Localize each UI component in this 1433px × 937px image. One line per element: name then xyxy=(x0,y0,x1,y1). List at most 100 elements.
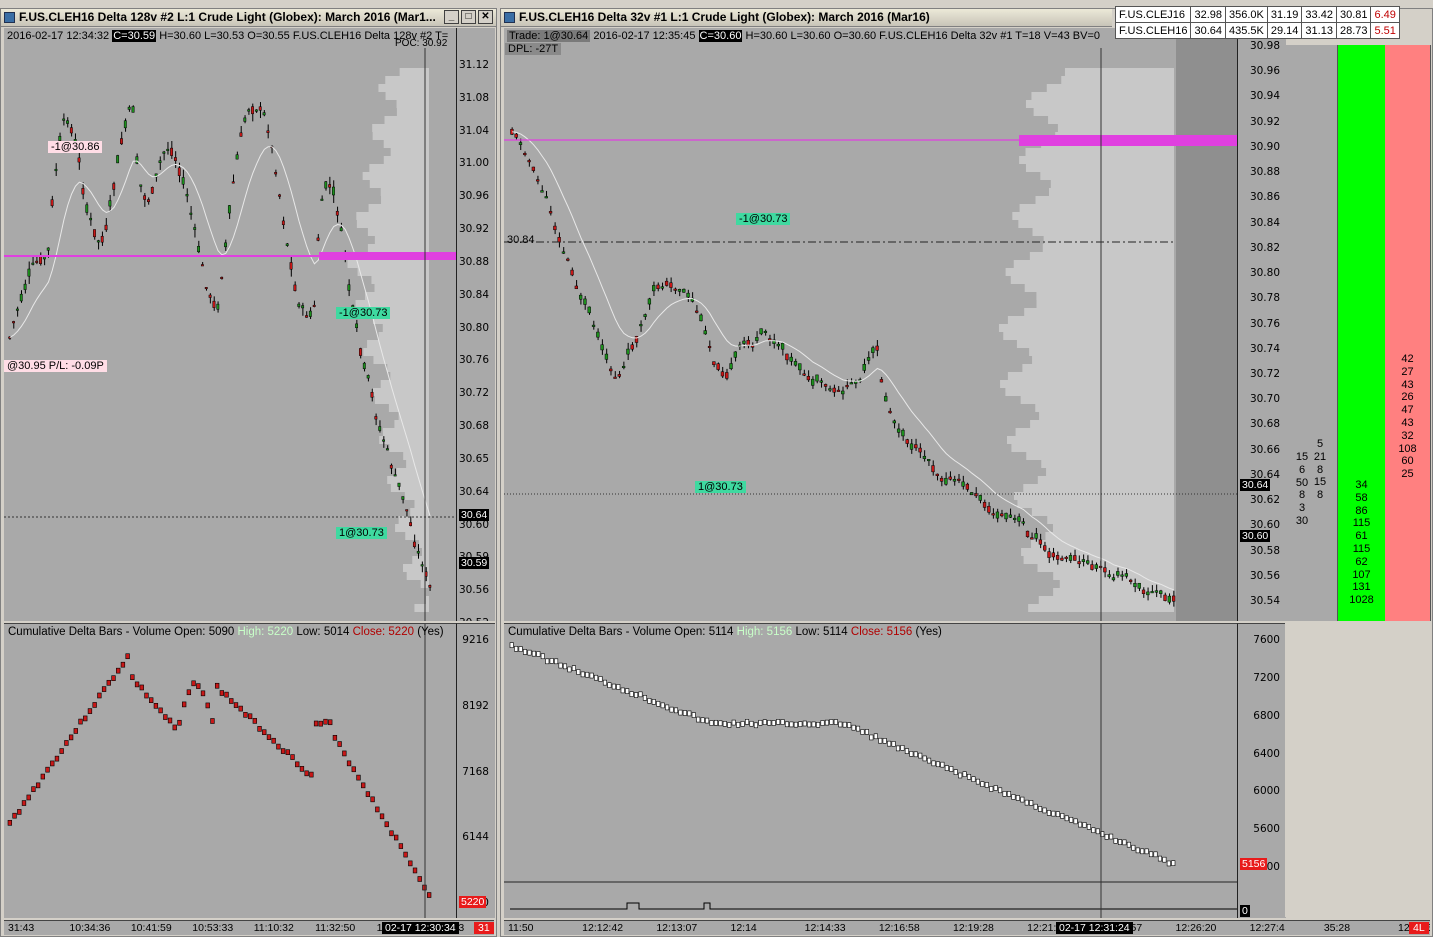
left-price-plot[interactable]: 2016-02-17 12:34:32 C=30.59 H=30.60 L=30… xyxy=(4,28,456,621)
cumdelta-bar xyxy=(1149,851,1154,858)
volume-profile-bar xyxy=(1048,116,1174,124)
candle-body xyxy=(69,127,73,134)
right-sell-fill-label[interactable]: -1@30.73 xyxy=(736,213,791,225)
left-cum-axis[interactable]: 92168192716861445120 5220 xyxy=(456,623,495,918)
candle-body xyxy=(1137,582,1141,589)
volume-profile-bar xyxy=(368,204,429,212)
price-tick: 30.54 xyxy=(1249,595,1280,607)
candle-body xyxy=(289,262,293,270)
sell-fill-label[interactable]: -1@30.73 xyxy=(336,307,391,319)
volume-profile-bar xyxy=(380,380,429,388)
volume-profile-bar xyxy=(425,596,429,604)
volume-profile-bar xyxy=(1011,444,1174,452)
maximize-button[interactable]: □ xyxy=(461,10,476,24)
volume-profile-bar xyxy=(374,396,429,404)
cumdelta-bar xyxy=(1113,838,1118,844)
cumdelta-bar xyxy=(1131,844,1136,851)
volume-profile-bar xyxy=(367,244,429,252)
candle-body xyxy=(759,328,763,335)
cumdelta-bar xyxy=(1082,822,1087,828)
volume-profile-bar xyxy=(382,324,429,332)
candle-body xyxy=(961,481,965,487)
cumdelta-bar xyxy=(219,690,225,696)
right-time-axis[interactable]: 11:50 12:12:42 12:13:07 12:14 12:14:33 12:16:… xyxy=(504,920,1430,935)
right-buy-fill-label[interactable]: 1@30.73 xyxy=(695,481,746,493)
close-button[interactable]: ✕ xyxy=(478,10,493,24)
cumdelta-bar xyxy=(361,782,366,789)
volume-profile-bar xyxy=(1029,252,1174,260)
right-price-axis[interactable]: 30.98 30.96 30.94 30.92 30.90 30.88 30.86 30.84… xyxy=(1237,28,1286,621)
left-chart-titlebar[interactable]: F.US.CLEH16 Delta 128v #2 L:1 Crude Ligh… xyxy=(1,9,496,27)
left-time-axis[interactable]: 31:43 10:34:36 10:41:59 10:53:33 11:10:32 11:… xyxy=(4,920,494,935)
candle-body xyxy=(935,473,939,476)
cumdelta-bar xyxy=(878,737,883,744)
cumdelta-bar xyxy=(864,729,869,735)
cumdelta-bar xyxy=(816,721,821,728)
left-price-axis[interactable]: 31.12 31.08 31.04 31.00 30.96 30.92 30.88 30.84… xyxy=(456,28,495,621)
minimize-button[interactable]: _ xyxy=(444,10,459,24)
cumdelta-bar xyxy=(257,726,262,732)
price-tick: 30.76 xyxy=(1249,317,1280,330)
dom-size: 5 xyxy=(1316,438,1324,450)
left-chart-window[interactable]: F.US.CLEH16 Delta 128v #2 L:1 Crude Ligh… xyxy=(0,8,497,937)
left-last-price-tag: 30.64 xyxy=(459,509,490,521)
cumdelta-bar xyxy=(847,722,852,728)
cumdelta-bar xyxy=(412,867,418,874)
quote-row[interactable]: F.US.CLEJ16 32.98 356.0K 31.19 33.42 30.81 6.4… xyxy=(1114,6,1400,23)
dom-size: 8 xyxy=(1316,463,1324,476)
quote-row[interactable]: F.US.CLEH16 30.64 435.5K 29.14 31.13 28.73 5.5… xyxy=(1114,22,1400,39)
candle-body xyxy=(1017,516,1021,522)
cumdelta-bar xyxy=(92,702,97,708)
cumdelta-bar xyxy=(678,709,683,716)
candle-body xyxy=(1090,564,1094,570)
dom-ask-column[interactable]: 42 27 43 26 47 43 32 108 60 25 xyxy=(1385,45,1431,621)
time-tick: 12:16:58 xyxy=(878,922,920,934)
sell-order-label[interactable]: -1@30.86 xyxy=(48,141,103,153)
cumdelta-bar xyxy=(247,713,253,720)
right-chart-window[interactable]: F.US.CLEH16 Delta 32v #1 L:1 Crude Light… xyxy=(500,8,1433,937)
dom-size: 61 xyxy=(1355,530,1368,543)
quote-board[interactable]: F.US.CLEJ16 32.98 356.0K 31.19 33.42 30.81 6.4… xyxy=(1114,6,1400,39)
volume-profile-bar xyxy=(1010,276,1174,284)
candle-body xyxy=(112,183,116,190)
cumdelta-bar xyxy=(1135,847,1140,854)
volume-profile-bar xyxy=(374,284,429,292)
candle-body xyxy=(127,106,131,110)
cumdelta-bar xyxy=(149,697,154,703)
volume-profile-bar xyxy=(1025,100,1174,108)
volume-profile-bar xyxy=(378,84,429,92)
price-tick: 30.84 xyxy=(458,288,489,301)
right-cumdelta-plot[interactable]: Cumulative Delta Bars - Volume Open: 511… xyxy=(504,623,1237,918)
cumdelta-bar xyxy=(789,721,794,728)
candle-body xyxy=(81,188,85,195)
volume-profile-bar xyxy=(1040,172,1174,180)
right-chart-titlebar[interactable]: F.US.CLEH16 Delta 32v #1 L:1 Crude Light… xyxy=(501,9,1112,27)
cumdelta-bar xyxy=(1002,791,1007,797)
position-pl-label[interactable]: @30.95 P/L: -0.09P xyxy=(4,360,107,372)
cumdelta-bar xyxy=(634,692,639,698)
dom-size: 30 xyxy=(1295,514,1309,527)
buy-fill-label[interactable]: 1@30.73 xyxy=(336,527,387,539)
candle-body xyxy=(776,343,780,347)
candle-body xyxy=(428,585,432,588)
candle-body xyxy=(639,324,643,327)
candle-body xyxy=(335,210,339,216)
price-tick: 30.76 xyxy=(458,354,489,367)
price-tick: 30.88 xyxy=(1249,166,1280,179)
candle-body xyxy=(1055,555,1060,560)
candle-body xyxy=(750,345,755,348)
candle-body xyxy=(120,138,123,145)
left-cumdelta-plot[interactable]: Cumulative Delta Bars - Volume Open: 509… xyxy=(4,623,456,918)
volume-profile-bar xyxy=(363,348,429,356)
cumdelta-bar xyxy=(1006,791,1012,797)
candle-body xyxy=(884,396,888,402)
volume-profile-bar xyxy=(1061,76,1174,84)
left-price-candles xyxy=(4,48,456,621)
right-price-plot[interactable]: Trade: 1@30.64 2016-02-17 12:35:45 C=30.… xyxy=(504,28,1237,621)
cumdelta-bar xyxy=(1069,816,1074,823)
dom-bid-column[interactable]: 34 58 86 115 61 115 62 107 131 1028 xyxy=(1337,45,1386,621)
dom-ladder[interactable]: 15 6 50 8 3 30 5 21 8 15 8 34 58 86 115 61 115 62 107 131… xyxy=(1285,45,1431,621)
right-cum-axis[interactable]: 7600720068006400600056005200 5156 0 xyxy=(1237,623,1286,918)
price-tick: 30.64 xyxy=(458,485,489,498)
cumdelta-bar xyxy=(731,719,736,726)
